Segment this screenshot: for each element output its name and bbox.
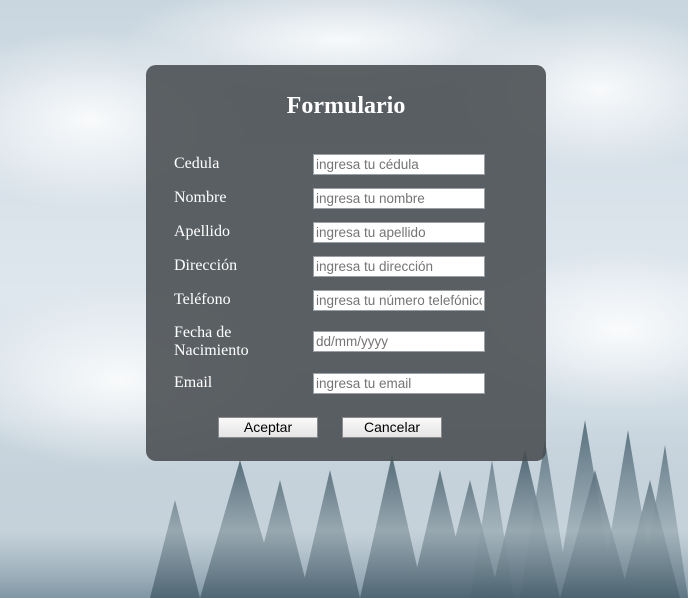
cedula-label: Cedula — [174, 155, 220, 172]
accept-button[interactable]: Aceptar — [218, 417, 318, 438]
cedula-input[interactable] — [313, 154, 485, 175]
nombre-input[interactable] — [313, 188, 485, 209]
form-panel: Formulario Cedula Nombre Apellido Direcc… — [146, 65, 546, 461]
apellido-input[interactable] — [313, 222, 485, 243]
nombre-label: Nombre — [174, 189, 227, 206]
email-input[interactable] — [313, 373, 485, 394]
cancel-button[interactable]: Cancelar — [342, 417, 442, 438]
fecha-nacimiento-input[interactable] — [313, 331, 485, 352]
telefono-label: Teléfono — [174, 291, 231, 308]
telefono-input[interactable] — [313, 290, 485, 311]
email-label: Email — [174, 374, 213, 391]
apellido-label: Apellido — [174, 223, 230, 240]
fecha-nacimiento-label: Fecha de Nacimiento — [174, 324, 249, 359]
direccion-input[interactable] — [313, 256, 485, 277]
form-title: Formulario — [286, 93, 406, 119]
direccion-label: Dirección — [174, 257, 238, 274]
